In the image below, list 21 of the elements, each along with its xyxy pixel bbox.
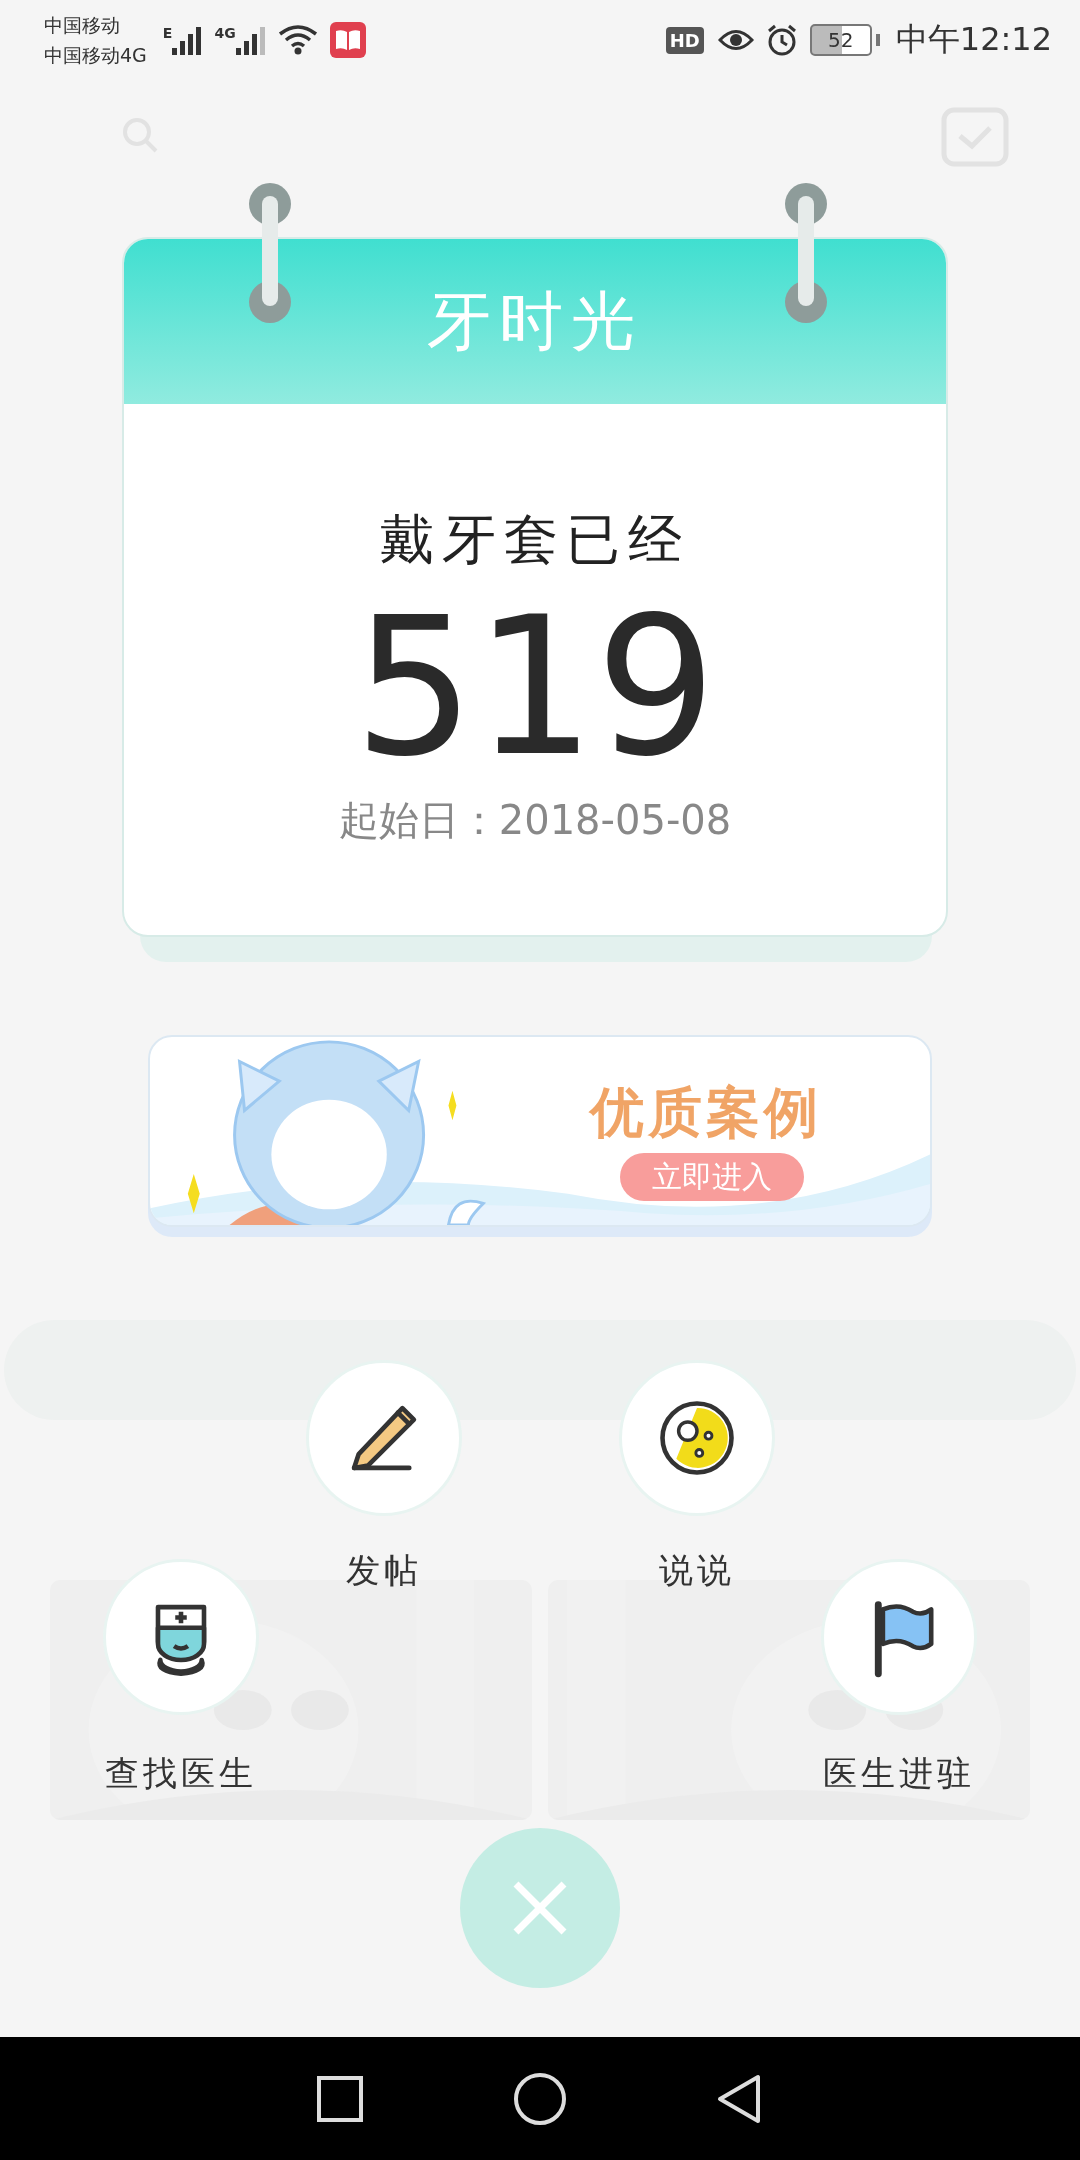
- eye-icon: [717, 27, 754, 53]
- battery-indicator: 52: [809, 24, 872, 56]
- carrier-name: 中国移动: [44, 13, 121, 38]
- book-icon: [329, 22, 366, 58]
- action-label[interactable]: 说说: [659, 1548, 735, 1594]
- network-type: 4G: [214, 25, 236, 41]
- network-type: E: [162, 25, 173, 41]
- start-date: 起始日：2018-05-08: [338, 796, 732, 845]
- signal-icon: [235, 25, 268, 55]
- action-label[interactable]: 发帖: [346, 1548, 422, 1594]
- action-label[interactable]: 查找医生: [105, 1751, 257, 1797]
- carrier-name: 中国移动4G: [44, 43, 147, 68]
- calendar-caption: 戴牙套已经: [380, 507, 690, 573]
- day-count: 519: [353, 593, 717, 783]
- wifi-icon: [277, 24, 318, 56]
- calendar-title: 牙时光: [427, 283, 643, 360]
- hd-badge: HD: [665, 26, 704, 54]
- alarm-icon: [765, 24, 798, 56]
- action-label[interactable]: 医生进驻: [823, 1751, 975, 1797]
- clock: 中午12:12: [895, 19, 1052, 60]
- banner-title: 优质案例: [590, 1080, 822, 1146]
